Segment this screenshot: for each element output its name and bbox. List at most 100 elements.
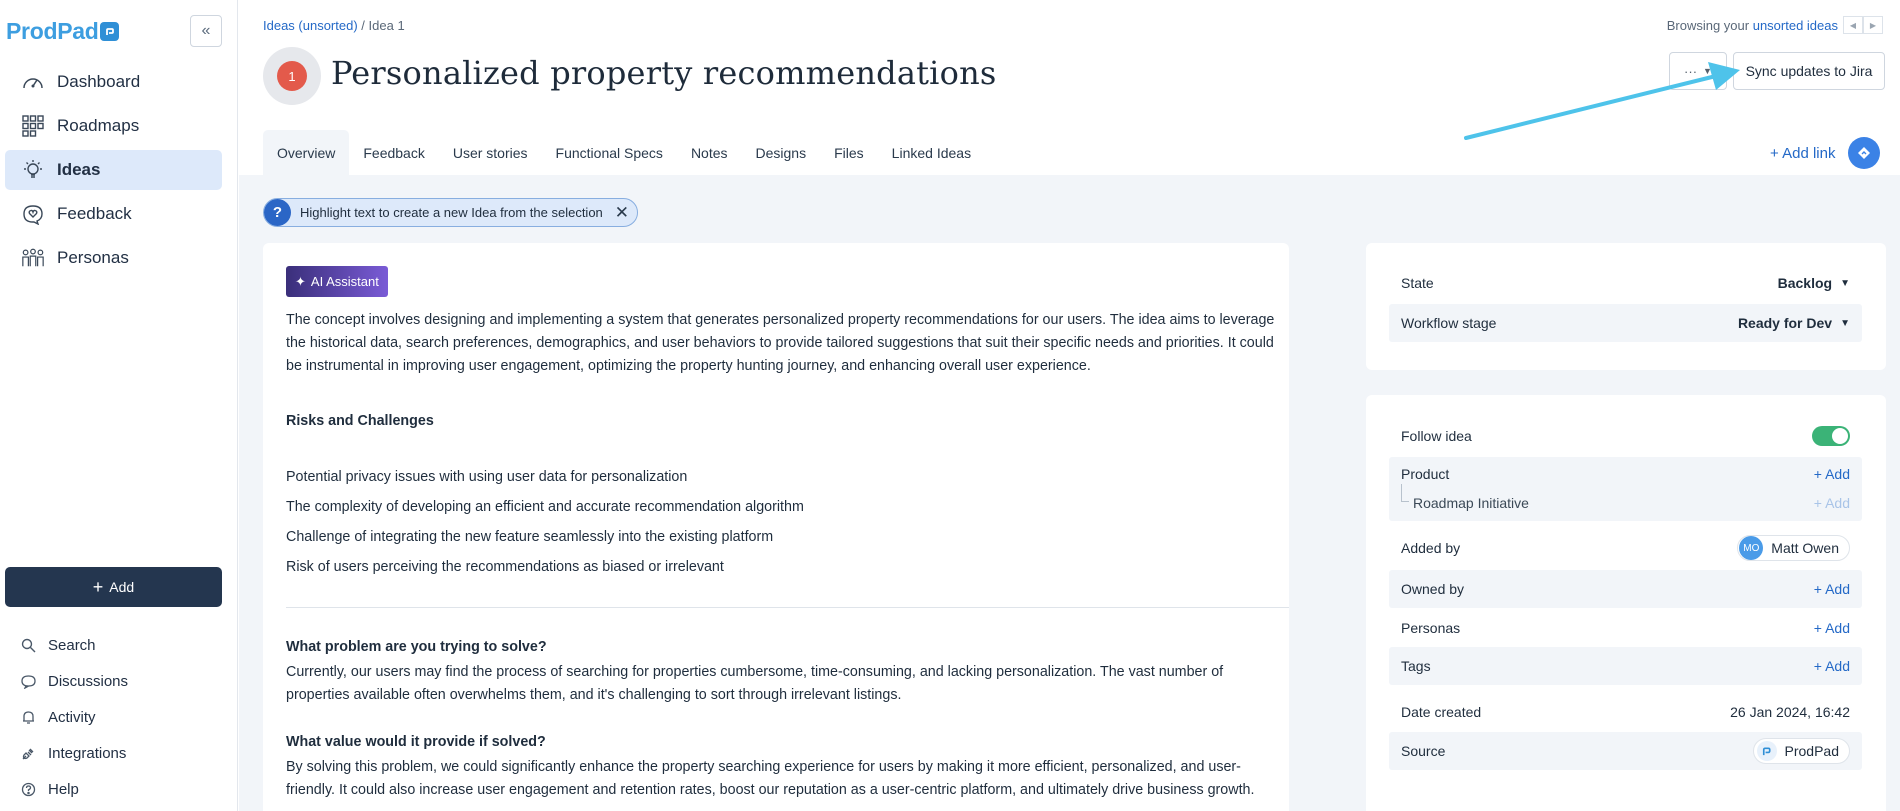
- source-label: Source: [1401, 743, 1446, 759]
- initiative-row: Roadmap Initiative + Add: [1401, 484, 1862, 516]
- logo-text: ProdPad: [6, 18, 99, 44]
- sidebar-item-ideas[interactable]: Ideas: [5, 150, 222, 190]
- sync-jira-button[interactable]: Sync updates to Jira: [1733, 52, 1885, 90]
- follow-toggle[interactable]: [1812, 426, 1850, 446]
- gauge-icon: [21, 70, 45, 94]
- sidebar-item-discussions[interactable]: Discussions: [20, 663, 220, 699]
- browsing-prefix: Browsing your: [1666, 18, 1750, 33]
- follow-row: Follow idea: [1389, 417, 1862, 455]
- sidebar-item-label: Activity: [48, 708, 96, 726]
- tags-row: Tags + Add: [1389, 647, 1862, 685]
- previous-idea-button[interactable]: ◀: [1843, 16, 1863, 34]
- tab-overview[interactable]: Overview: [263, 130, 350, 175]
- more-actions-button[interactable]: ··· ▼: [1669, 52, 1727, 90]
- plug-icon: [20, 745, 36, 761]
- prodpad-logo[interactable]: ProdPad: [6, 18, 120, 45]
- sidebar-item-dashboard[interactable]: Dashboard: [5, 62, 222, 102]
- tab-feedback[interactable]: Feedback: [349, 130, 438, 175]
- date-created-row: Date created 26 Jan 2024, 16:42: [1389, 693, 1862, 731]
- chat-icon: [20, 673, 36, 689]
- add-tag-button[interactable]: + Add: [1814, 658, 1850, 674]
- initiative-label: Roadmap Initiative: [1413, 495, 1529, 511]
- breadcrumb-separator: /: [361, 18, 365, 33]
- idea-tabs: Overview Feedback User stories Functiona…: [263, 130, 985, 175]
- add-product-button[interactable]: + Add: [1814, 466, 1850, 482]
- date-created-label: Date created: [1401, 704, 1482, 720]
- problem-heading: What problem are you trying to solve?: [286, 639, 547, 655]
- date-created-value: 26 Jan 2024, 16:42: [1730, 704, 1850, 720]
- sidebar-item-label: Roadmaps: [57, 116, 140, 135]
- tab-functional-specs[interactable]: Functional Specs: [542, 130, 677, 175]
- list-item: Risk of users perceiving the recommendat…: [286, 559, 724, 575]
- tags-label: Tags: [1401, 658, 1431, 674]
- owned-by-label: Owned by: [1401, 581, 1465, 597]
- caret-down-icon: ▼: [1840, 317, 1850, 329]
- ai-assistant-button[interactable]: ✦ AI Assistant: [286, 266, 388, 297]
- tab-linked-ideas[interactable]: Linked Ideas: [878, 130, 985, 175]
- sparkle-icon: ✦: [295, 273, 306, 289]
- added-by-label: Added by: [1401, 540, 1461, 556]
- tree-connector: [1401, 484, 1409, 502]
- sidebar: ProdPad « Dashboard Roadmaps Ideas Feedb…: [0, 0, 238, 811]
- description-intro: The concept involves designing and imple…: [286, 312, 1275, 374]
- sidebar-item-help[interactable]: Help: [20, 771, 220, 807]
- more-actions-label: ···: [1684, 63, 1698, 79]
- sidebar-item-personas[interactable]: Personas: [5, 238, 222, 278]
- double-chevron-left-icon: «: [201, 22, 211, 39]
- workflow-row: Workflow stage Ready for Dev ▼: [1389, 304, 1862, 342]
- bell-icon: [20, 709, 36, 725]
- workflow-label: Workflow stage: [1401, 315, 1497, 331]
- breadcrumb: Ideas (unsorted) / Idea 1: [263, 18, 405, 33]
- source-chip[interactable]: ProdPad: [1752, 738, 1850, 764]
- sidebar-item-roadmaps[interactable]: Roadmaps: [5, 106, 222, 146]
- add-button-label: Add: [109, 579, 135, 595]
- add-initiative-button[interactable]: + Add: [1814, 495, 1850, 511]
- ai-assistant-label: AI Assistant: [310, 274, 379, 289]
- next-idea-button[interactable]: ▶: [1863, 16, 1883, 34]
- sidebar-item-integrations[interactable]: Integrations: [20, 735, 220, 771]
- tab-files[interactable]: Files: [820, 130, 878, 175]
- add-persona-button[interactable]: + Add: [1814, 620, 1850, 636]
- breadcrumb-parent-link[interactable]: Ideas (unsorted): [263, 18, 358, 33]
- close-icon[interactable]: ✕: [615, 203, 629, 223]
- idea-pager: ◀ ▶: [1843, 16, 1883, 34]
- workflow-dropdown[interactable]: Ready for Dev ▼: [1738, 315, 1850, 331]
- link-diamond-icon[interactable]: [1848, 137, 1880, 169]
- page-title[interactable]: Personalized property recommendations: [331, 54, 997, 92]
- details-panel: Follow idea Product + Add Roadmap Initia…: [1366, 395, 1886, 811]
- sidebar-item-label: Dashboard: [57, 72, 141, 91]
- product-label: Product: [1401, 466, 1450, 482]
- user-chip[interactable]: MO Matt Owen: [1737, 535, 1850, 561]
- add-owner-button[interactable]: + Add: [1814, 581, 1850, 597]
- main-nav: Dashboard Roadmaps Ideas Feedback Person…: [5, 62, 222, 282]
- sidebar-item-feedback[interactable]: Feedback: [5, 194, 222, 234]
- browsing-context: Browsing your unsorted ideas: [1667, 18, 1838, 33]
- added-by-row: Added by MO Matt Owen: [1389, 529, 1862, 567]
- plus-icon: +: [92, 576, 104, 597]
- problem-text: Currently, our users may find the proces…: [286, 664, 1224, 703]
- user-name: Matt Owen: [1771, 540, 1839, 556]
- sidebar-item-label: Ideas: [57, 160, 101, 179]
- tab-user-stories[interactable]: User stories: [439, 130, 542, 175]
- browsing-link[interactable]: unsorted ideas: [1753, 18, 1838, 33]
- state-dropdown[interactable]: Backlog ▼: [1778, 275, 1850, 291]
- state-value: Backlog: [1777, 275, 1833, 291]
- tab-designs[interactable]: Designs: [742, 130, 821, 175]
- collapse-sidebar-button[interactable]: «: [190, 15, 222, 47]
- sidebar-item-label: Feedback: [57, 204, 132, 223]
- lightbulb-icon: [21, 158, 45, 182]
- avatar: MO: [1739, 536, 1764, 560]
- idea-header: Ideas (unsorted) / Idea 1 Browsing your …: [239, 0, 1900, 175]
- add-link-button[interactable]: + Add link: [1770, 145, 1835, 162]
- sidebar-item-search[interactable]: Search: [20, 627, 220, 663]
- prodpad-logo-icon: [1756, 741, 1777, 761]
- value-text: By solving this problem, we could signif…: [286, 759, 1255, 798]
- sidebar-item-label: Integrations: [48, 744, 127, 762]
- tab-notes[interactable]: Notes: [677, 130, 742, 175]
- caret-down-icon: ▼: [1703, 66, 1712, 76]
- idea-description[interactable]: ✦ AI Assistant The concept involves desi…: [263, 243, 1289, 811]
- sidebar-item-activity[interactable]: Activity: [20, 699, 220, 735]
- sidebar-item-label: Personas: [57, 248, 129, 267]
- add-button[interactable]: + Add: [5, 567, 222, 607]
- people-icon: [21, 246, 45, 270]
